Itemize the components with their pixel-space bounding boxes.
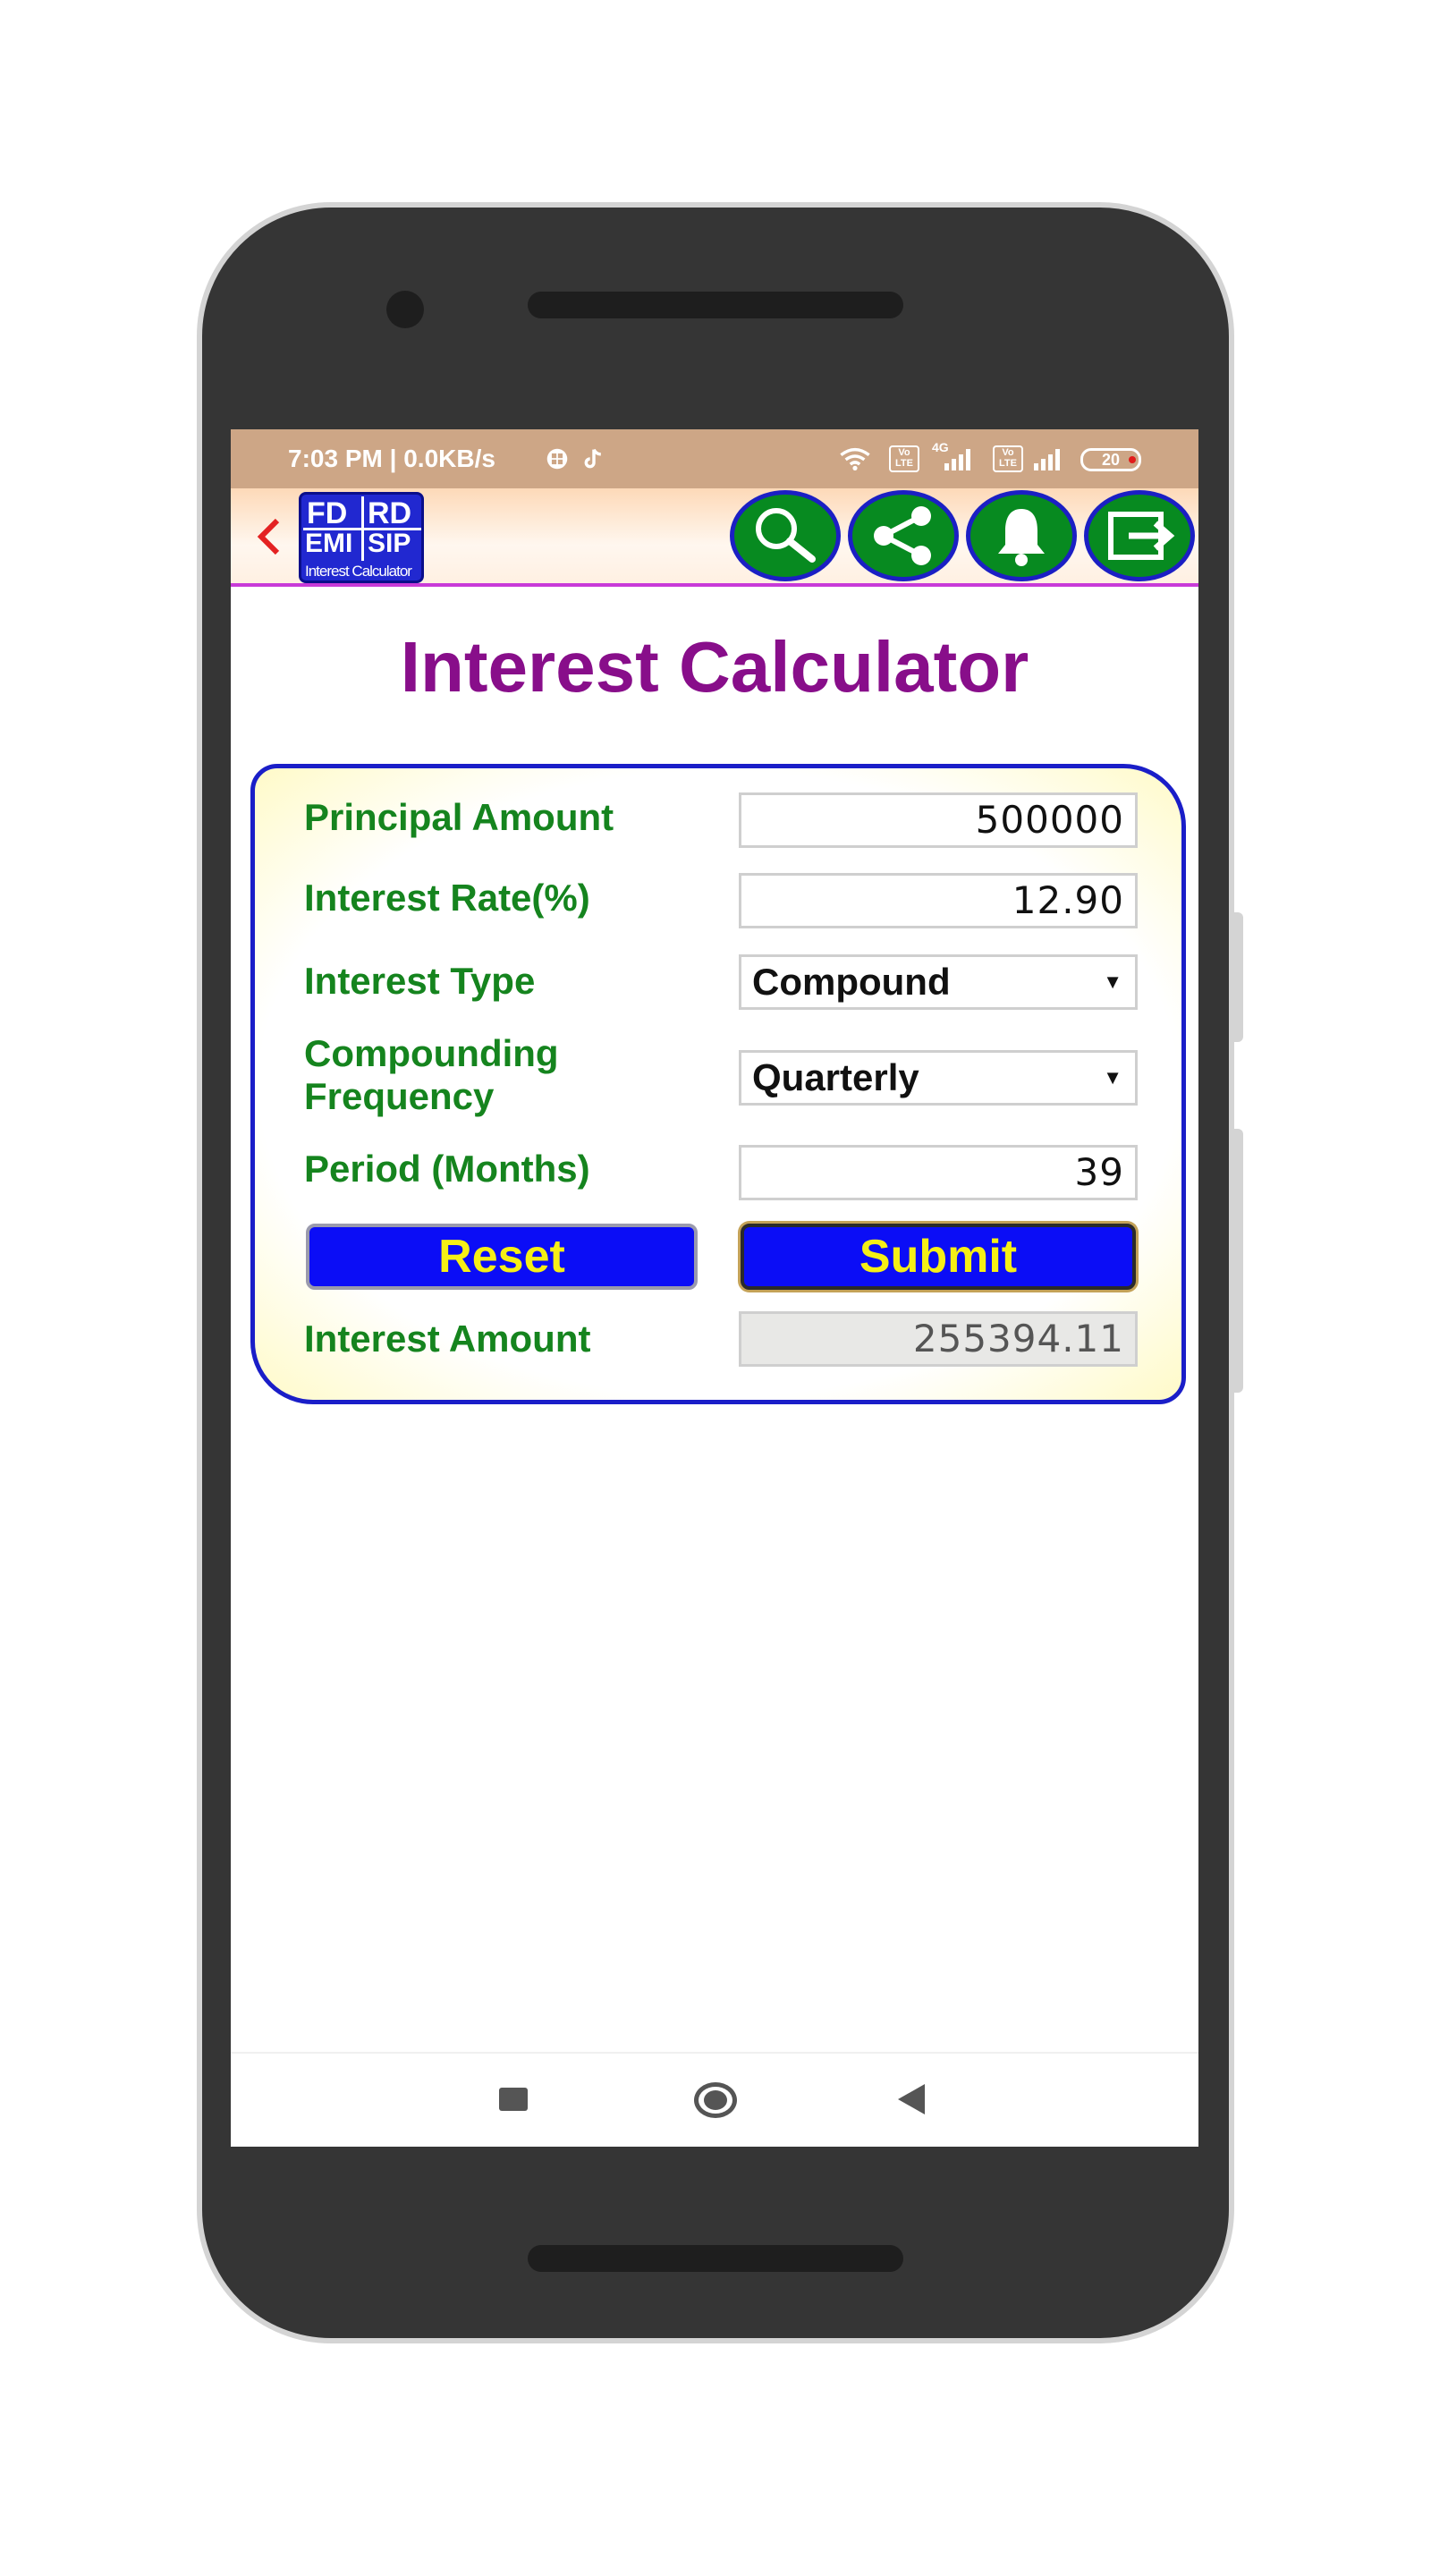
- compounding-frequency-label-line2: Frequency: [304, 1075, 495, 1117]
- status-time: 7:03 PM | 0.0KB/s: [288, 445, 495, 472]
- compounding-frequency-value: Quarterly: [752, 1056, 919, 1098]
- period-input[interactable]: 39: [739, 1145, 1138, 1200]
- recents-icon[interactable]: [499, 2088, 528, 2111]
- logo-emi: EMI: [305, 529, 353, 558]
- interest-type-value: Compound: [752, 961, 951, 1003]
- compounding-frequency-label-line1: Compounding: [304, 1032, 559, 1074]
- principal-input[interactable]: 500000: [739, 792, 1138, 848]
- system-nav-bar: [231, 2052, 1198, 2147]
- bell-icon: [998, 509, 1045, 566]
- signal-icon-2: [1034, 447, 1060, 470]
- principal-label: Principal Amount: [304, 796, 614, 838]
- home-icon[interactable]: [694, 2082, 737, 2118]
- vpn-icon: [546, 448, 568, 470]
- wifi-icon: [840, 447, 870, 470]
- volte-badge-2: Vo LTE: [993, 445, 1023, 472]
- interest-amount-output: 255394.11: [739, 1311, 1138, 1367]
- share-button[interactable]: [848, 490, 959, 581]
- back-arrow-icon[interactable]: [250, 513, 286, 560]
- exit-button[interactable]: [1084, 490, 1195, 581]
- status-bar: 7:03 PM | 0.0KB/s Vo LTE 4G Vo LTE 20: [231, 429, 1198, 488]
- power-button: [1234, 1129, 1243, 1393]
- interest-type-select[interactable]: Compound ▼: [739, 954, 1138, 1010]
- interest-rate-input[interactable]: 12.90: [739, 873, 1138, 928]
- dropdown-arrow-icon: ▼: [1103, 970, 1122, 993]
- search-icon: [756, 508, 816, 563]
- logo-subtitle: Interest Calculator: [305, 563, 412, 580]
- search-button[interactable]: [730, 490, 841, 581]
- share-icon: [874, 506, 931, 565]
- page-title: Interest Calculator: [400, 627, 1029, 707]
- app-logo: FD RD EMI SIP Interest Calculator: [299, 492, 424, 583]
- bottom-speaker: [528, 2245, 903, 2272]
- logo-fd: FD: [307, 496, 348, 530]
- back-triangle-icon[interactable]: [898, 2084, 925, 2114]
- battery-level: 20: [1101, 451, 1121, 469]
- earpiece-speaker: [528, 292, 903, 318]
- volume-button: [1234, 912, 1243, 1042]
- notification-button[interactable]: [966, 490, 1077, 581]
- signal-icon-1: [944, 447, 970, 470]
- interest-amount-label: Interest Amount: [304, 1318, 591, 1360]
- volte-badge-1: Vo LTE: [889, 445, 919, 472]
- logo-rd: RD: [368, 496, 412, 530]
- dropdown-arrow-icon: ▼: [1103, 1066, 1122, 1089]
- phone-screen: 7:03 PM | 0.0KB/s Vo LTE 4G Vo LTE 20 FD…: [231, 429, 1198, 2147]
- interest-rate-label: Interest Rate(%): [304, 877, 590, 919]
- period-label: Period (Months): [304, 1148, 590, 1190]
- exit-icon: [1108, 512, 1175, 560]
- front-camera: [386, 291, 424, 328]
- tiktok-icon: [584, 448, 601, 469]
- compounding-frequency-select[interactable]: Quarterly ▼: [739, 1050, 1138, 1106]
- compounding-frequency-label: Compounding Frequency: [304, 1032, 559, 1118]
- battery-icon: 20: [1080, 448, 1141, 471]
- submit-button[interactable]: Submit: [741, 1224, 1136, 1290]
- interest-type-label: Interest Type: [304, 960, 536, 1002]
- app-bar: FD RD EMI SIP Interest Calculator: [231, 488, 1198, 587]
- reset-button[interactable]: Reset: [306, 1224, 698, 1290]
- logo-sip: SIP: [368, 529, 411, 558]
